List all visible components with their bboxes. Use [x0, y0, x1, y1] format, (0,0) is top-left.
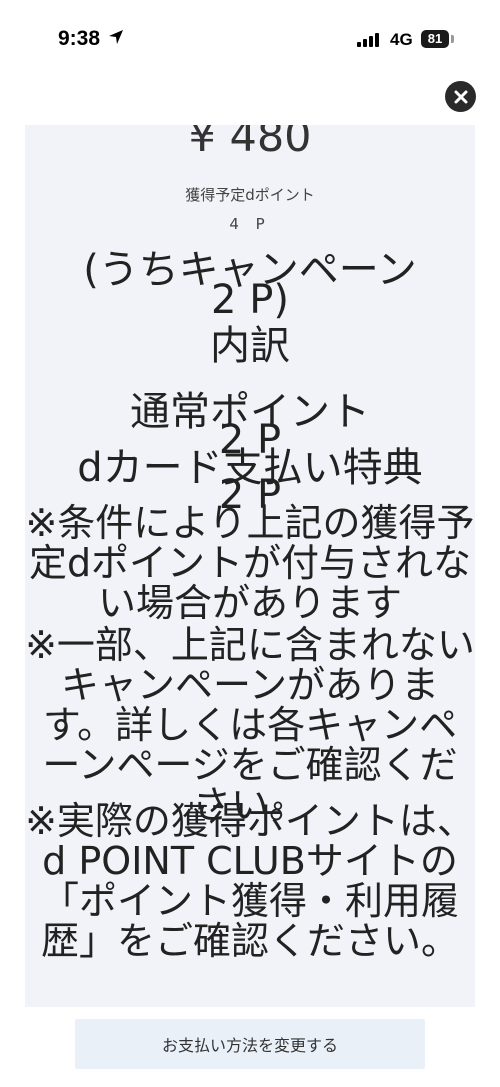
location-arrow-icon: [108, 29, 124, 49]
cellular-signal-icon: [357, 32, 383, 51]
network-type: 4G: [390, 30, 413, 49]
note-conditions: ※条件により上記の獲得予定dポイントが付与されない場合があります: [25, 501, 475, 625]
points-value: 4 P: [229, 215, 271, 233]
note-campaign: ※一部、上記に含まれないキャンペーンがあります。詳しくは各キャンペーンページをご…: [25, 623, 475, 827]
points-label: 獲得予定dポイント: [185, 186, 315, 204]
payment-detail-panel: ¥ 480 獲得予定dポイント 4 P (うちキャンペーン 2 P) 内訳 通常…: [25, 125, 475, 1007]
status-bar: 9:38 4G 81: [0, 0, 500, 80]
close-icon: [454, 90, 467, 103]
status-time: 9:38: [58, 27, 101, 50]
battery-tip: [451, 35, 454, 43]
change-payment-method-button[interactable]: お支払い方法を変更する: [75, 1019, 425, 1069]
battery-icon: 81: [421, 30, 449, 48]
note-actual-points: ※実際の獲得ポイントは、d POINT CLUBサイトの「ポイント獲得・利用履歴…: [25, 799, 475, 963]
close-button[interactable]: [445, 81, 476, 112]
payment-amount: ¥ 480: [188, 125, 312, 162]
breakdown-title: 内訳: [210, 323, 290, 369]
campaign-points: 2 P): [211, 277, 289, 323]
